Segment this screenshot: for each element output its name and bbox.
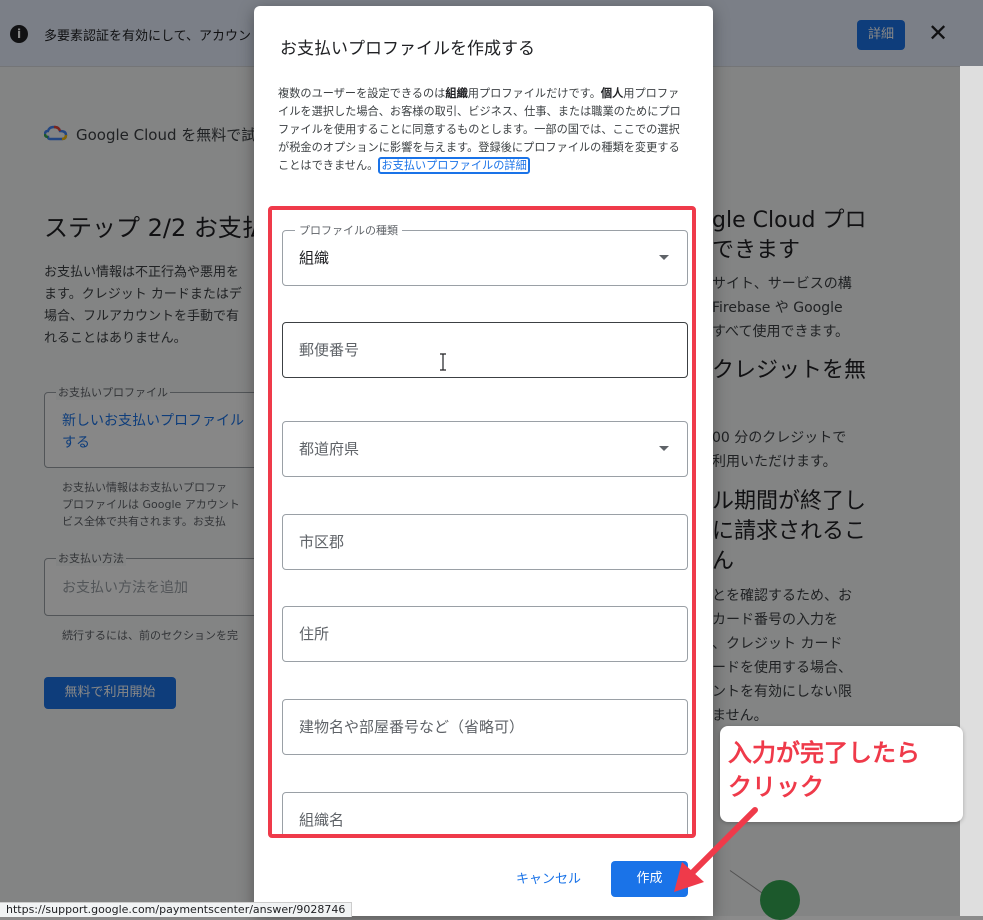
organization-name-input[interactable]: 組織名 xyxy=(282,792,688,834)
desc-part: 用プロファイルだけです。 xyxy=(467,87,601,100)
annotation-arrow-icon xyxy=(674,807,758,892)
text-cursor-icon xyxy=(440,353,446,371)
product-title: Google Cloud を無料で試 xyxy=(76,126,257,144)
right-text-1: サイト、サービスの構 Firebase や Google すべて使用できます。 xyxy=(712,276,852,340)
payment-profile-value[interactable]: 新しいお支払いプロファイル する xyxy=(62,410,262,454)
payment-method-legend: お支払い方法 xyxy=(56,550,126,566)
status-bar-url: https://support.google.com/paymentscente… xyxy=(0,902,353,917)
right-text-2: 00 分のクレジットで 利用いただけます。 xyxy=(712,430,847,470)
postal-code-input[interactable]: 郵便番号 xyxy=(282,322,688,378)
right-text-3: とを確認するため、お カード番号の入力を 、クレジット カード ードを使用する場… xyxy=(712,588,852,724)
cancel-button[interactable]: キャンセル xyxy=(516,868,581,887)
profile-type-value: 組織 xyxy=(299,249,330,267)
desc-bold-individual: 個人 xyxy=(600,87,624,100)
page-scrollbar[interactable] xyxy=(960,66,983,916)
info-icon: i xyxy=(10,25,28,43)
right-heading-3: ル期間が終了し に請求されるこ ん xyxy=(712,489,867,574)
dropdown-caret-icon xyxy=(659,446,669,451)
start-free-button[interactable]: 無料で利用開始 xyxy=(44,677,176,709)
dialog-title: お支払いプロファイルを作成する xyxy=(280,39,535,59)
create-payment-profile-dialog: お支払いプロファイルを作成する 複数のユーザーを設定できるのは組織用プロファイル… xyxy=(254,6,713,916)
payment-profile-legend: お支払いプロファイル xyxy=(56,384,170,400)
step-description: お支払い情報は不正行為や悪用を ます。クレジット カードまたはデ 場合、フルアカ… xyxy=(44,265,242,346)
payment-method-placeholder: お支払い方法を追加 xyxy=(62,580,188,596)
address-input[interactable]: 住所 xyxy=(282,606,688,662)
close-icon[interactable]: ✕ xyxy=(928,18,948,48)
city-placeholder: 市区郡 xyxy=(299,533,345,551)
building-placeholder: 建物名や部屋番号など（省略可） xyxy=(299,718,525,736)
city-input[interactable]: 市区郡 xyxy=(282,514,688,570)
profile-type-select[interactable]: プロファイルの種類 組織 xyxy=(282,222,688,286)
banner-message: 多要素認証を有効にして、アカウン xyxy=(44,29,251,44)
google-cloud-logo-icon xyxy=(44,125,68,141)
postal-code-placeholder: 郵便番号 xyxy=(299,341,360,359)
building-input[interactable]: 建物名や部屋番号など（省略可） xyxy=(282,699,688,755)
address-placeholder: 住所 xyxy=(299,625,330,643)
desc-part: 複数のユーザーを設定できるのは xyxy=(278,87,446,100)
prefecture-select[interactable]: 都道府県 xyxy=(282,421,688,477)
prefecture-placeholder: 都道府県 xyxy=(299,440,360,458)
details-button[interactable]: 詳細 xyxy=(857,20,905,50)
step-title: ステップ 2/2 お支払 xyxy=(44,214,266,242)
organization-name-placeholder: 組織名 xyxy=(299,811,345,829)
dropdown-caret-icon xyxy=(659,255,669,260)
continue-note: 続行するには、前のセクションを完 xyxy=(62,629,238,642)
right-heading-2: クレジットを無 xyxy=(712,358,867,383)
payment-profile-help-link[interactable]: お支払いプロファイルの詳細 xyxy=(378,157,530,174)
form-highlight-box: プロファイルの種類 組織 郵便番号 都道府県 市区郡 住所 建物名や部屋番号など… xyxy=(268,206,696,838)
dialog-description: 複数のユーザーを設定できるのは組織用プロファイルだけです。個人用プロファイルを選… xyxy=(278,85,682,175)
payment-profile-note: お支払い情報はお支払いプロファ プロファイルは Google アカウント ビス全… xyxy=(62,481,240,528)
right-heading-1: gle Cloud プロ できます xyxy=(712,208,867,263)
desc-bold-organization: 組織 xyxy=(445,87,468,100)
callout-text: 入力が完了したら クリック xyxy=(728,739,920,801)
